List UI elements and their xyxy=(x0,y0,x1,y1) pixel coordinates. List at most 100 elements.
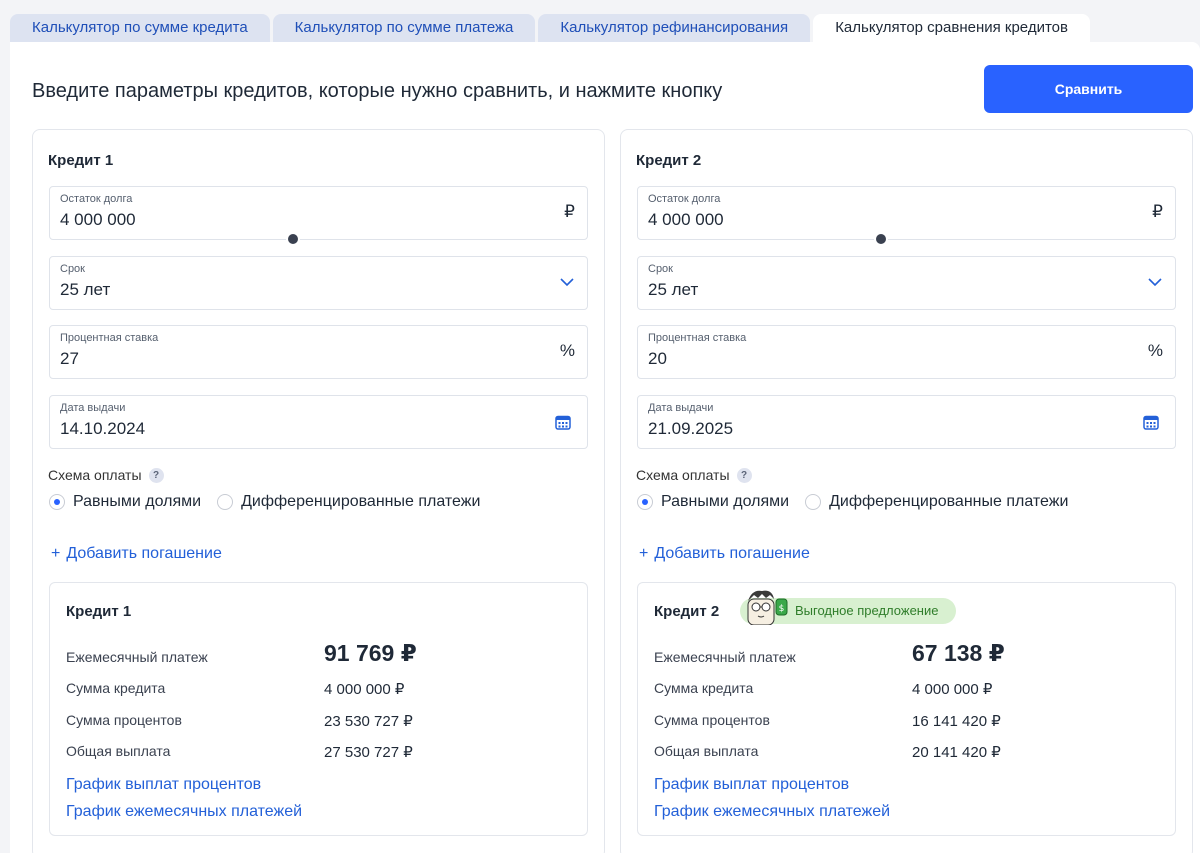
credit-2-rate-field[interactable]: Процентная ставка 20 % xyxy=(637,325,1176,379)
credit-amount-value: 4 000 000 ₽ xyxy=(324,681,405,698)
credit-amount-label: Сумма кредита xyxy=(654,680,754,696)
credit-1-rate-field[interactable]: Процентная ставка 27 % xyxy=(49,325,588,379)
monthly-payment-value: 67 138 ₽ xyxy=(912,640,1005,666)
best-offer-badge: $ Выгодное предложение xyxy=(740,590,956,625)
plus-icon: + xyxy=(51,545,61,562)
credit-1-column: Кредит 1 Остаток долга 4 000 000 ₽ Срок … xyxy=(32,129,605,853)
percent-sign: % xyxy=(559,341,575,360)
payment-scheme-options: Равными долями Дифференцированные платеж… xyxy=(637,493,1068,511)
tab-credit-comparison[interactable]: Калькулятор сравнения кредитов xyxy=(813,14,1090,42)
radio-differentiated-payments[interactable]: Дифференцированные платежи xyxy=(217,493,480,511)
rate-value: 27 xyxy=(60,349,79,368)
compare-button[interactable]: Сравнить xyxy=(984,65,1193,113)
rate-label: Процентная ставка xyxy=(648,332,747,344)
credit-1-term-select[interactable]: Срок 25 лет xyxy=(49,256,588,310)
add-repayment-label: Добавить погашение xyxy=(66,545,222,562)
credit-2-result-card: Кредит 2 $ Выгодное предложение Ежемесяч… xyxy=(637,582,1176,836)
credit-2-debt-field[interactable]: Остаток долга 4 000 000 ₽ xyxy=(637,186,1176,246)
term-value: 25 лет xyxy=(648,280,699,299)
monthly-schedule-link[interactable]: График ежемесячных платежей xyxy=(654,803,890,821)
radio-unselected-icon xyxy=(217,494,234,510)
credit-1-title: Кредит 1 xyxy=(48,152,114,169)
total-payment-value: 27 530 727 ₽ xyxy=(324,744,413,761)
payment-scheme-label: Схема оплаты ? xyxy=(48,467,164,483)
tab-refinancing[interactable]: Калькулятор рефинансирования xyxy=(538,14,811,42)
debt-label: Остаток долга xyxy=(60,193,133,205)
date-label: Дата выдачи xyxy=(648,402,714,414)
interest-schedule-link[interactable]: График выплат процентов xyxy=(66,776,261,794)
monthly-payment-label: Ежемесячный платеж xyxy=(66,649,208,665)
interest-sum-label: Сумма процентов xyxy=(654,712,770,728)
total-payment-label: Общая выплата xyxy=(654,743,759,759)
radio-differentiated-payments[interactable]: Дифференцированные платежи xyxy=(805,493,1068,511)
interest-sum-value: 16 141 420 ₽ xyxy=(912,713,1001,730)
credit-1-date-field[interactable]: Дата выдачи 14.10.2024 xyxy=(49,395,588,449)
total-payment-value: 20 141 420 ₽ xyxy=(912,744,1001,761)
scheme-label-text: Схема оплаты xyxy=(636,467,730,483)
radio-diff-label: Дифференцированные платежи xyxy=(829,493,1069,510)
tab-payment-sum[interactable]: Калькулятор по сумме платежа xyxy=(272,14,536,42)
debt-slider-handle[interactable] xyxy=(874,232,888,246)
monthly-schedule-link[interactable]: График ежемесячных платежей xyxy=(66,803,302,821)
credit-amount-value: 4 000 000 ₽ xyxy=(912,681,993,698)
debt-value: 4 000 000 xyxy=(648,210,724,229)
date-value: 21.09.2025 xyxy=(648,419,734,438)
payment-scheme-options: Равными долями Дифференцированные платеж… xyxy=(49,493,480,511)
credit-2-date-field[interactable]: Дата выдачи 21.09.2025 xyxy=(637,395,1176,449)
result-title: Кредит 2 xyxy=(654,603,720,620)
interest-sum-label: Сумма процентов xyxy=(66,712,182,728)
term-label: Срок xyxy=(648,263,673,275)
payment-scheme-label: Схема оплаты ? xyxy=(636,467,752,483)
radio-diff-label: Дифференцированные платежи xyxy=(241,493,481,510)
credit-1-debt-field[interactable]: Остаток долга 4 000 000 ₽ xyxy=(49,186,588,246)
debt-value: 4 000 000 xyxy=(60,210,136,229)
comparison-panel: Введите параметры кредитов, которые нужн… xyxy=(10,42,1200,853)
add-repayment-label: Добавить погашение xyxy=(654,545,810,562)
radio-equal-label: Равными долями xyxy=(661,493,790,510)
radio-selected-icon xyxy=(49,494,65,510)
help-icon[interactable]: ? xyxy=(736,467,752,483)
help-icon[interactable]: ? xyxy=(148,467,164,483)
debt-label: Остаток долга xyxy=(648,193,721,205)
debt-slider-handle[interactable] xyxy=(286,232,300,246)
radio-selected-icon xyxy=(637,494,653,510)
interest-schedule-link[interactable]: График выплат процентов xyxy=(654,776,849,794)
credit-2-column: Кредит 2 Остаток долга 4 000 000 ₽ Срок … xyxy=(620,129,1193,853)
monthly-payment-label: Ежемесячный платеж xyxy=(654,649,796,665)
rate-value: 20 xyxy=(648,349,667,368)
plus-icon: + xyxy=(639,545,649,562)
term-label: Срок xyxy=(60,263,85,275)
add-repayment-link[interactable]: + Добавить погашение xyxy=(639,545,810,563)
monthly-payment-value: 91 769 ₽ xyxy=(324,640,417,666)
add-repayment-link[interactable]: + Добавить погашение xyxy=(51,545,222,563)
credit-amount-label: Сумма кредита xyxy=(66,680,166,696)
total-payment-label: Общая выплата xyxy=(66,743,171,759)
best-offer-label: Выгодное предложение xyxy=(795,603,939,618)
date-label: Дата выдачи xyxy=(60,402,126,414)
radio-equal-label: Равными долями xyxy=(73,493,202,510)
radio-equal-payments[interactable]: Равными долями xyxy=(49,493,201,511)
chevron-down-icon[interactable] xyxy=(1148,277,1162,287)
credit-2-title: Кредит 2 xyxy=(636,152,702,169)
mascot-icon: $ xyxy=(747,590,788,625)
result-title: Кредит 1 xyxy=(66,603,132,620)
term-value: 25 лет xyxy=(60,280,111,299)
chevron-down-icon[interactable] xyxy=(560,277,574,287)
page-heading: Введите параметры кредитов, которые нужн… xyxy=(32,80,723,102)
ruble-sign: ₽ xyxy=(564,202,575,221)
interest-sum-value: 23 530 727 ₽ xyxy=(324,713,413,730)
radio-equal-payments[interactable]: Равными долями xyxy=(637,493,789,511)
calculator-tabs: Калькулятор по сумме кредита Калькулятор… xyxy=(10,14,1090,42)
radio-unselected-icon xyxy=(805,494,822,510)
tab-credit-sum[interactable]: Калькулятор по сумме кредита xyxy=(10,14,270,42)
date-value: 14.10.2024 xyxy=(60,419,146,438)
svg-text:$: $ xyxy=(779,604,785,614)
ruble-sign: ₽ xyxy=(1152,202,1163,221)
scheme-label-text: Схема оплаты xyxy=(48,467,142,483)
percent-sign: % xyxy=(1147,341,1163,360)
credit-2-term-select[interactable]: Срок 25 лет xyxy=(637,256,1176,310)
rate-label: Процентная ставка xyxy=(60,332,159,344)
calendar-icon[interactable] xyxy=(555,414,571,430)
credit-1-result-card: Кредит 1 Ежемесячный платеж 91 769 ₽ Сум… xyxy=(49,582,588,836)
calendar-icon[interactable] xyxy=(1143,414,1159,430)
